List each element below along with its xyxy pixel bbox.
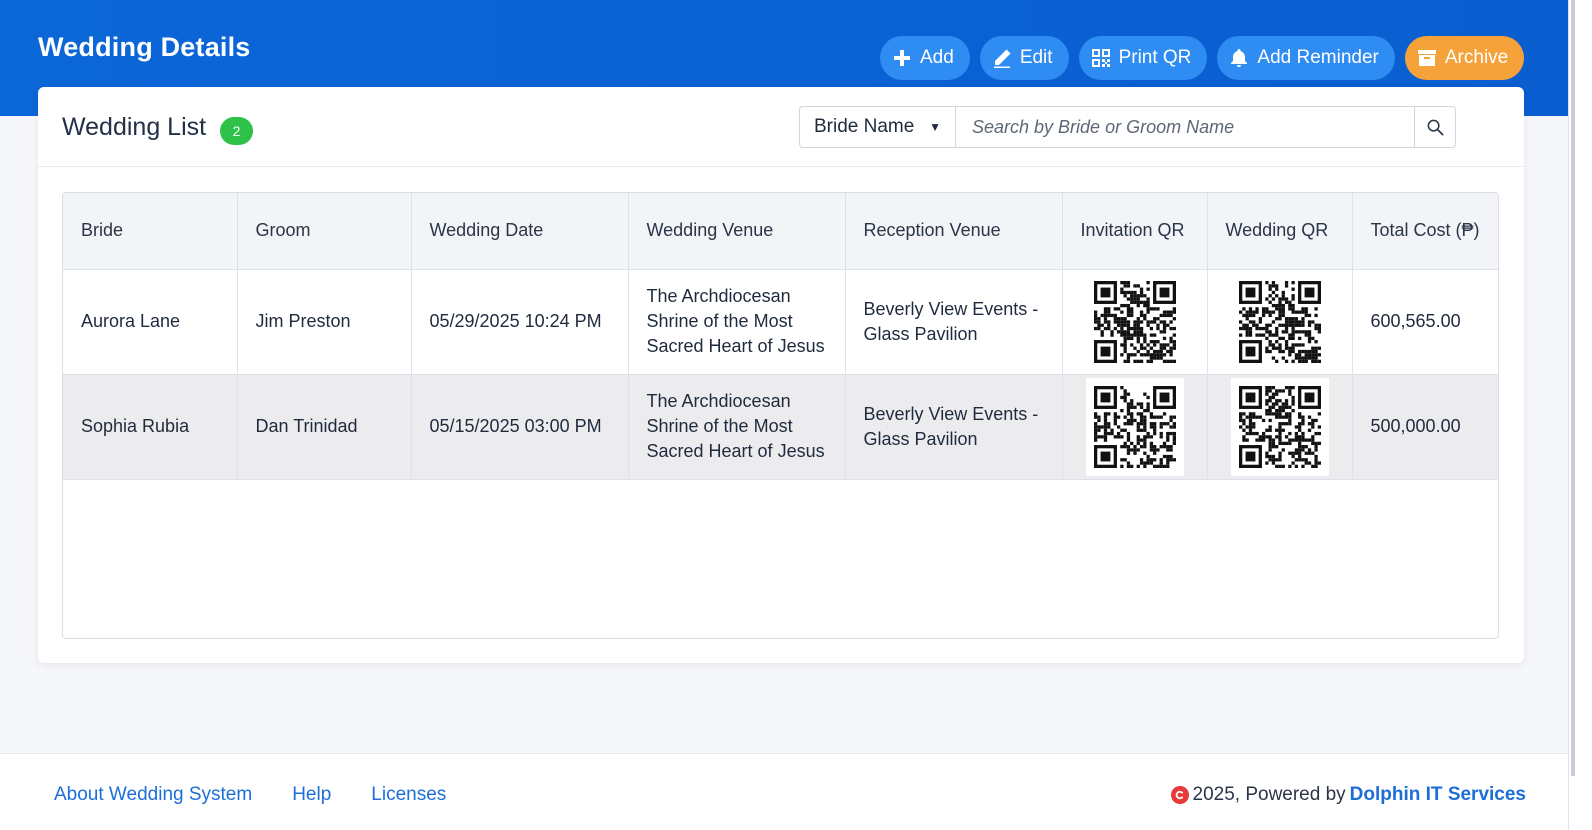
toolbar: Add Edit Print QR Add Reminder Archive (880, 36, 1525, 80)
add-button[interactable]: Add (880, 36, 970, 80)
add-reminder-button-label: Add Reminder (1257, 47, 1379, 68)
cell-wedding-qr (1207, 374, 1353, 480)
wedding-qr-code[interactable] (1230, 377, 1329, 476)
add-button-label: Add (920, 47, 954, 68)
copyright-text: 2025, Powered by (1192, 784, 1346, 805)
search-filter-value: Bride Name (814, 116, 915, 137)
qr-code-icon (1093, 385, 1176, 468)
scrollbar[interactable] (1568, 0, 1592, 830)
cell-wedding-date: 05/15/2025 03:00 PM (411, 374, 629, 480)
wedding-list-card: Wedding List 2 Bride Name ▼ Bride Groom (38, 87, 1524, 663)
add-reminder-button[interactable]: Add Reminder (1217, 36, 1395, 80)
cell-wedding-date: 05/29/2025 10:24 PM (411, 269, 629, 375)
copyright-icon (1170, 786, 1189, 804)
invitation-qr-code[interactable] (1085, 272, 1184, 371)
column-header-total-cost[interactable]: Total Cost (₱) (1352, 193, 1498, 270)
bell-icon (1231, 49, 1248, 67)
qr-code-icon (1238, 280, 1321, 363)
cell-invitation-qr (1062, 374, 1208, 480)
search-icon (1427, 119, 1443, 135)
search-filter-select[interactable]: Bride Name ▼ (799, 106, 955, 148)
footer: About Wedding System Help Licenses 2025,… (0, 753, 1568, 830)
search-button[interactable] (1415, 106, 1456, 148)
archive-box-icon (1417, 50, 1436, 66)
wedding-list-title: Wedding List (62, 113, 207, 141)
plus-icon (894, 50, 910, 66)
table-header-row: Bride Groom Wedding Date Wedding Venue R… (63, 193, 1498, 270)
scrollbar-track[interactable] (1571, 0, 1575, 776)
cell-wedding-venue: The Archdiocesan Shrine of the Most Sacr… (628, 269, 846, 375)
copyright: 2025, Powered by Dolphin IT Services (1170, 784, 1526, 806)
page-title: Wedding Details (38, 32, 251, 62)
print-qr-button-label: Print QR (1118, 47, 1192, 68)
footer-link-help[interactable]: Help (292, 784, 331, 806)
count-badge: 2 (220, 117, 253, 145)
invitation-qr-code[interactable] (1085, 377, 1184, 476)
qr-code-icon (1238, 385, 1321, 468)
edit-button-label: Edit (1019, 47, 1053, 68)
cell-wedding-venue: The Archdiocesan Shrine of the Most Sacr… (628, 374, 846, 480)
footer-links: About Wedding System Help Licenses (54, 784, 446, 806)
cell-groom: Jim Preston (237, 269, 412, 375)
pencil-icon (993, 49, 1011, 68)
cell-bride: Aurora Lane (63, 269, 238, 375)
column-header-wedding-venue[interactable]: Wedding Venue (628, 193, 846, 270)
cell-reception-venue: Beverly View Events - Glass Pavilion (845, 269, 1063, 375)
column-header-invitation-qr[interactable]: Invitation QR (1062, 193, 1208, 270)
archive-button-label: Archive (1444, 47, 1509, 68)
table-row[interactable]: Aurora Lane Jim Preston 05/29/2025 10:24… (63, 269, 1498, 375)
cell-total-cost: 500,000.00 (1352, 374, 1498, 480)
search-group: Bride Name ▼ (799, 106, 1456, 148)
cell-total-cost: 600,565.00 (1352, 269, 1498, 375)
wedding-table: Bride Groom Wedding Date Wedding Venue R… (62, 192, 1499, 639)
wedding-qr-code[interactable] (1230, 272, 1329, 371)
footer-link-licenses[interactable]: Licenses (371, 784, 446, 806)
company-link[interactable]: Dolphin IT Services (1350, 784, 1526, 806)
footer-link-about[interactable]: About Wedding System (54, 784, 252, 806)
cell-wedding-qr (1207, 269, 1353, 375)
edit-button[interactable]: Edit (979, 36, 1069, 80)
archive-button[interactable]: Archive (1404, 36, 1525, 80)
cell-invitation-qr (1062, 269, 1208, 375)
search-input[interactable] (955, 106, 1415, 148)
qr-code-icon (1093, 280, 1176, 363)
cell-bride: Sophia Rubia (63, 374, 238, 480)
column-header-reception-venue[interactable]: Reception Venue (845, 193, 1063, 270)
table-row[interactable]: Sophia Rubia Dan Trinidad 05/15/2025 03:… (63, 374, 1498, 480)
cell-reception-venue: Beverly View Events - Glass Pavilion (845, 374, 1063, 480)
column-header-groom[interactable]: Groom (237, 193, 412, 270)
print-qr-button[interactable]: Print QR (1078, 36, 1208, 80)
caret-down-icon: ▼ (929, 120, 941, 134)
column-header-bride[interactable]: Bride (63, 193, 238, 270)
column-header-wedding-date[interactable]: Wedding Date (411, 193, 629, 270)
card-header: Wedding List 2 Bride Name ▼ (38, 87, 1524, 167)
cell-groom: Dan Trinidad (237, 374, 412, 480)
column-header-wedding-qr[interactable]: Wedding QR (1207, 193, 1353, 270)
qrcode-icon (1091, 49, 1110, 67)
